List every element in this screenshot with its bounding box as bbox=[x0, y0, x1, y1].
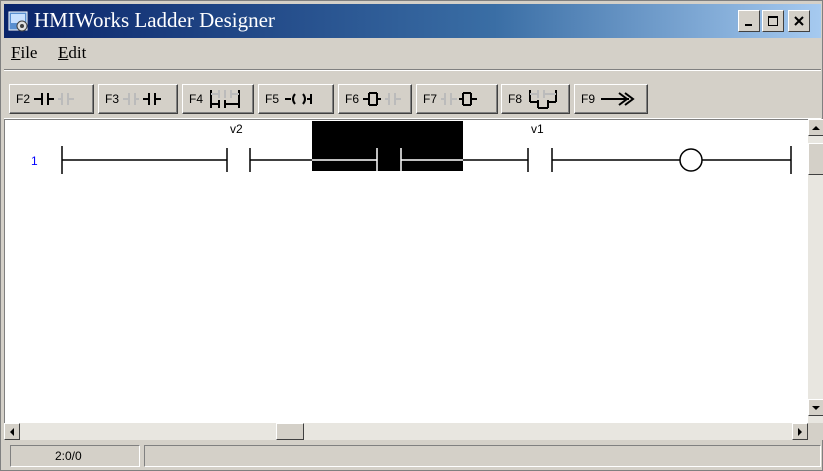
toolbar-key-label: F3 bbox=[105, 92, 120, 106]
app-icon bbox=[8, 11, 28, 32]
horizontal-scrollbar[interactable] bbox=[4, 423, 808, 440]
toolbar-button-f9[interactable]: F9 bbox=[574, 84, 648, 114]
branch-down-icon bbox=[529, 90, 558, 109]
toolbar-button-f8[interactable]: F8 bbox=[501, 84, 570, 114]
menu-file[interactable]: File bbox=[11, 43, 37, 63]
toolbar: F2 F3 F4 F5 F6 F7 F8 F9 bbox=[4, 69, 821, 119]
connect-line-icon bbox=[601, 92, 635, 106]
ladder-canvas[interactable]: 1 v2 v1 bbox=[4, 119, 808, 423]
arrow-right-icon bbox=[798, 427, 802, 436]
toolbar-button-f4[interactable]: F4 bbox=[182, 84, 254, 114]
toolbar-key-label: F5 bbox=[265, 92, 280, 106]
toolbar-key-label: F6 bbox=[345, 92, 360, 106]
menu-file-rest: ile bbox=[20, 43, 38, 62]
toolbar-key-label: F4 bbox=[189, 92, 204, 106]
title-bar[interactable]: HMIWorks Ladder Designer bbox=[4, 4, 821, 38]
arrow-left-icon bbox=[10, 427, 14, 436]
status-bar: 2:0/0 bbox=[4, 443, 821, 469]
menu-edit[interactable]: Edit bbox=[58, 43, 86, 63]
menu-edit-rest: dit bbox=[68, 43, 87, 62]
horizontal-scroll-thumb[interactable] bbox=[276, 423, 304, 440]
minimize-button[interactable] bbox=[738, 10, 760, 32]
close-button[interactable] bbox=[788, 10, 810, 32]
scroll-up-button[interactable] bbox=[808, 119, 823, 136]
vertical-scroll-thumb[interactable] bbox=[808, 143, 823, 175]
normally-open-contact-icon bbox=[34, 93, 75, 105]
arrow-up-icon bbox=[812, 125, 820, 130]
scroll-left-button[interactable] bbox=[4, 423, 20, 440]
selected-cell bbox=[312, 121, 463, 171]
maximize-icon bbox=[768, 16, 778, 26]
ladder-rung[interactable] bbox=[5, 120, 809, 424]
output-coil-icon bbox=[285, 93, 313, 105]
toolbar-button-f5[interactable]: F5 bbox=[258, 84, 334, 114]
scroll-down-button[interactable] bbox=[808, 399, 823, 416]
toolbar-key-label: F2 bbox=[16, 92, 31, 106]
minimize-icon bbox=[745, 24, 752, 26]
toolbar-key-label: F9 bbox=[581, 92, 596, 106]
menu-edit-key: E bbox=[58, 43, 69, 62]
status-position: 2:0/0 bbox=[10, 445, 140, 467]
vertical-scrollbar[interactable] bbox=[808, 119, 823, 423]
scroll-right-button[interactable] bbox=[792, 423, 808, 440]
toolbar-button-f3[interactable]: F3 bbox=[98, 84, 178, 114]
menu-bar: File Edit bbox=[4, 41, 821, 67]
window-title: HMIWorks Ladder Designer bbox=[34, 8, 275, 32]
close-icon bbox=[794, 16, 804, 26]
toolbar-button-f6[interactable]: F6 bbox=[338, 84, 412, 114]
insert-contact-right-icon bbox=[441, 92, 478, 106]
toolbar-key-label: F8 bbox=[508, 92, 523, 106]
status-message-pane bbox=[144, 445, 821, 467]
insert-contact-left-icon bbox=[363, 92, 402, 106]
toolbar-divider bbox=[4, 70, 821, 71]
scrollbar-corner bbox=[808, 423, 823, 440]
app-window: HMIWorks Ladder Designer File Edit F2 F3 bbox=[0, 0, 823, 471]
maximize-button[interactable] bbox=[762, 10, 784, 32]
normally-closed-contact-icon bbox=[123, 93, 162, 105]
toolbar-button-f2[interactable]: F2 bbox=[9, 84, 94, 114]
toolbar-button-f7[interactable]: F7 bbox=[416, 84, 498, 114]
parallel-branch-icon bbox=[210, 90, 241, 108]
toolbar-key-label: F7 bbox=[423, 92, 438, 106]
arrow-down-icon bbox=[812, 405, 820, 410]
